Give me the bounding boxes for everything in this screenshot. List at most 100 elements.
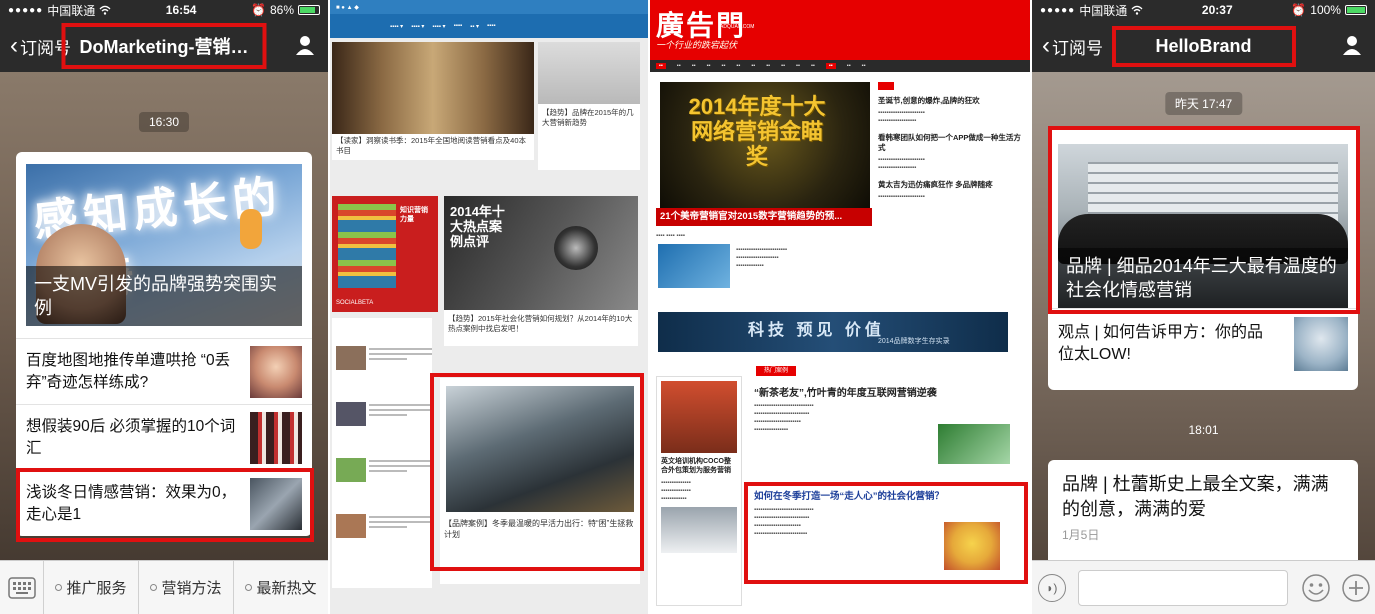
car-interior-image bbox=[446, 386, 634, 512]
article-tile[interactable]: 2014年十大热点案例点评 【趋势】2015年社会化营销如何规划？从2014年的… bbox=[444, 196, 638, 346]
side-headline[interactable]: 看韩寒团队如何把一个APP做成一种生活方式 bbox=[878, 133, 1026, 153]
library-image bbox=[332, 42, 534, 134]
article-item[interactable]: 百度地图地推传单遭哄抢 “0丢弃”奇迹怎样练成? bbox=[16, 338, 312, 404]
side-headline[interactable]: 黄太吉为迅仿痛疯狂作 多品牌随疼 bbox=[878, 180, 1026, 190]
battery-icon bbox=[298, 5, 320, 15]
wifi-icon bbox=[99, 5, 111, 15]
wifi-icon bbox=[1131, 5, 1143, 15]
message-timestamp: 16:30 bbox=[138, 112, 190, 132]
article-card[interactable]: 品牌 | 杜蕾斯史上最全文案，满满的创意，满满的爱 1月5日 bbox=[1048, 460, 1358, 570]
article-thumbnail bbox=[250, 411, 302, 464]
battery-percent: 86% bbox=[269, 3, 294, 17]
carrier-label: 中国联通 bbox=[1079, 3, 1128, 18]
article-date: 1月5日 bbox=[1062, 528, 1100, 542]
status-bar: ●●●●● 中国联通 16:54 ⏰ 86% bbox=[0, 0, 328, 20]
bookshelf-image bbox=[338, 204, 396, 288]
tile-title: 【品牌案例】冬季最温暖的早活力出行：特“困”生拯救计划 bbox=[444, 519, 634, 539]
article-list bbox=[332, 318, 432, 588]
alarm-icon: ⏰ bbox=[251, 3, 266, 17]
article-title: 观点 | 如何告诉甲方：你的品位太LOW! bbox=[1058, 323, 1264, 363]
article-thumbnail bbox=[661, 381, 737, 453]
back-button[interactable]: ‹ 订阅号 bbox=[1032, 34, 1103, 59]
article-thumbnail bbox=[938, 424, 1010, 464]
message-timestamp: 18:01 bbox=[1188, 423, 1219, 437]
article-tile[interactable]: 【品牌案例】冬季最温暖的早活力出行：特“困”生拯救计划 bbox=[440, 378, 640, 584]
emoji-icon bbox=[1301, 573, 1330, 602]
book-tile[interactable]: 知识营销力量 SOCIALBETA bbox=[332, 196, 438, 312]
side-news: 圣诞节,创意的爆炸,品牌的狂欢 ▪▪▪▪▪▪▪▪▪▪▪▪▪▪▪▪▪▪▪▪▪▪ ▪▪… bbox=[878, 82, 1026, 312]
signal-icon: ●●●●● bbox=[8, 4, 44, 16]
mid-headline[interactable]: “新茶老友”,竹叶青的年度互联网营销逆袭 bbox=[754, 384, 1024, 399]
voice-button[interactable]: ◗) bbox=[1032, 573, 1072, 602]
hero-caption: 品牌 | 细品2014年三大最有温度的社会化情感营销 bbox=[1058, 248, 1348, 308]
collage: ●●●●● 中国联通 16:54 ⏰ 86% ‹ 订阅号 DoMarketing-营销… bbox=[0, 0, 1375, 614]
alarm-icon: ⏰ bbox=[1291, 3, 1307, 17]
list-item[interactable] bbox=[336, 458, 432, 500]
article-excerpt: ▪▪▪▪▪▪▪▪▪▪▪▪▪▪▪▪▪▪▪▪▪▪▪▪▪▪▪▪▪▪▪▪▪▪▪▪▪▪▪▪… bbox=[736, 247, 788, 269]
adquan-site-panel: 廣告門 ADQUAN.COM 一个行业的跌宕起伏 ▪▪ ▪▪ ▪▪ ▪▪ ▪▪ ▪▪ ▪▪ ▪… bbox=[650, 0, 1030, 614]
site-top-bar: ■ ● ▲ ◆ bbox=[330, 0, 648, 14]
site-slogan: 一个行业的跌宕起伏 bbox=[656, 41, 738, 51]
clock: 16:54 bbox=[165, 3, 197, 17]
hero-figure bbox=[240, 209, 262, 249]
left-caption[interactable]: 英文培训机构COCO整合外包策划为服务营销 bbox=[661, 457, 737, 475]
voice-icon: ◗) bbox=[1037, 573, 1066, 602]
article-excerpt: ▪▪▪▪▪▪▪▪▪▪▪▪▪▪ ▪▪▪▪▪▪▪▪▪▪▪▪▪▪ ▪▪▪▪▪▪▪▪▪▪▪▪ bbox=[661, 480, 691, 502]
battery-percent: 100% bbox=[1310, 3, 1341, 17]
cartoon-thumbnail bbox=[944, 522, 1000, 570]
article-title: 品牌 | 杜蕾斯史上最全文案，满满的创意，满满的爱 bbox=[1062, 474, 1329, 519]
battery-fill bbox=[1346, 7, 1365, 13]
article-card[interactable]: 品牌 | 细品2014年三大最有温度的社会化情感营销 观点 | 如何告诉甲方：你… bbox=[1048, 128, 1358, 390]
list-item[interactable] bbox=[336, 346, 432, 388]
tile-art-text: 2014年十大热点案例点评 bbox=[450, 204, 505, 249]
list-item[interactable] bbox=[336, 402, 432, 444]
emoji-button[interactable] bbox=[1294, 573, 1338, 603]
back-button[interactable]: ‹ 订阅号 bbox=[0, 34, 71, 59]
banner-subtext: 2014品牌数字生存实录 bbox=[878, 338, 950, 345]
site-nav: ▪▪▪▪ ▾ ▪▪▪▪ ▾ ▪▪▪▪ ▾ ▪▪▪▪ ▪▪ ▾ ▪▪▪▪ bbox=[330, 14, 648, 38]
article-tile[interactable]: 【趋势】品牌在2015年的几大营销新趋势 bbox=[538, 42, 640, 170]
article-card[interactable]: 感知成长的神奇 一支MV引发的品牌强势突围实例 百度地图地推传单遭哄抢 “0丢弃… bbox=[16, 152, 312, 536]
clock: 20:37 bbox=[1201, 3, 1233, 17]
article-excerpt: ▪▪▪▪▪▪▪▪▪▪▪▪▪▪▪▪▪▪▪▪▪▪▪▪▪▪▪▪▪▪▪▪▪▪▪▪▪▪▪▪… bbox=[754, 403, 814, 433]
hero-meta: ▪▪▪▪ ▪▪▪▪ ▪▪▪▪ bbox=[656, 233, 685, 239]
nav-bar: ‹ 订阅号 HelloBrand bbox=[1032, 20, 1375, 72]
profile-icon[interactable] bbox=[294, 34, 316, 56]
bottom-headline[interactable]: 如何在冬季打造一场“走人心”的社会化营销？ bbox=[754, 488, 1024, 502]
list-item[interactable] bbox=[336, 514, 432, 556]
side-excerpt: ▪▪▪▪▪▪▪▪▪▪▪▪▪▪▪▪▪▪▪▪▪▪ ▪▪▪▪▪▪▪▪▪▪▪▪▪▪▪▪▪▪ bbox=[878, 110, 925, 124]
hero-headline[interactable]: 21个美帝营销官对2015数字营销趋势的预... bbox=[656, 208, 872, 226]
account-menu-bar: 推广服务 营销方法 最新热文 bbox=[0, 560, 328, 614]
article-thumbnail bbox=[1294, 316, 1348, 371]
article-item[interactable]: 浅谈冬日情感营销：效果为0，走心是1 bbox=[16, 470, 312, 536]
side-excerpt: ▪▪▪▪▪▪▪▪▪▪▪▪▪▪▪▪▪▪▪▪▪▪ ▪▪▪▪▪▪▪▪▪▪▪▪▪▪▪▪▪▪ bbox=[878, 157, 925, 171]
message-timestamp: 昨天 17:47 bbox=[1164, 92, 1243, 115]
battery-icon bbox=[1344, 5, 1367, 15]
back-label: 订阅号 bbox=[1052, 38, 1103, 58]
article-title: 浅谈冬日情感营销：效果为0，走心是1 bbox=[26, 483, 237, 523]
status-bar: ●●●●● 中国联通 20:37 ⏰ 100% bbox=[1032, 0, 1375, 20]
message-input[interactable] bbox=[1077, 569, 1288, 606]
article-tile[interactable]: 【读家】洞察读书季：2015年全国地阅读营销看点及40本书目 bbox=[332, 42, 534, 160]
hero-banner[interactable]: 2014年度十大网络营销金瞄奖 bbox=[660, 82, 870, 210]
side-headline[interactable]: 圣诞节,创意的爆炸,品牌的狂欢 bbox=[878, 96, 1026, 106]
menu-latest-articles[interactable]: 最新热文 bbox=[234, 561, 328, 614]
keyboard-toggle[interactable] bbox=[0, 560, 44, 614]
socialbeta-site-panel: ■ ● ▲ ◆ ▪▪▪▪ ▾ ▪▪▪▪ ▾ ▪▪▪▪ ▾ ▪▪▪▪ ▪▪ ▾ ▪▪▪▪ 【… bbox=[330, 0, 648, 614]
menu-label: 营销方法 bbox=[161, 580, 222, 597]
hero-article[interactable]: 感知成长的神奇 一支MV引发的品牌强势突围实例 bbox=[26, 164, 302, 326]
menu-marketing-methods[interactable]: 营销方法 bbox=[139, 560, 234, 614]
signal-icon: ●●●●● bbox=[1040, 4, 1076, 16]
hero-article[interactable]: 品牌 | 细品2014年三大最有温度的社会化情感营销 bbox=[1058, 144, 1348, 308]
watch-graphic bbox=[554, 226, 598, 270]
article-item[interactable]: 观点 | 如何告诉甲方：你的品位太LOW! bbox=[1048, 308, 1358, 378]
add-button[interactable] bbox=[1337, 573, 1375, 603]
profile-icon[interactable] bbox=[1341, 34, 1363, 56]
whiteboard-image bbox=[538, 42, 640, 104]
tile-title: 【读家】洞察读书季：2015年全国地阅读营销看点及40本书目 bbox=[336, 136, 527, 155]
carrier-label: 中国联通 bbox=[47, 3, 96, 18]
article-item[interactable]: 想假装90后 必须掌握的10个词汇 bbox=[16, 404, 312, 470]
ad-banner[interactable]: 科技 预见 价值 2014品牌数字生存实录 bbox=[658, 312, 1008, 352]
article-thumbnail bbox=[250, 345, 302, 398]
menu-promotion-services[interactable]: 推广服务 bbox=[44, 560, 139, 614]
